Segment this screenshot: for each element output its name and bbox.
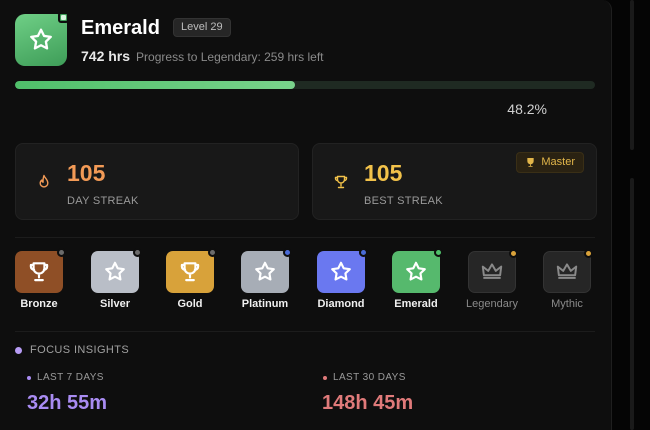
- star-icon: [105, 261, 125, 281]
- last-7-days-label: LAST 7 DAYS: [27, 372, 104, 383]
- level-badge: Level 29: [173, 18, 231, 37]
- tier-badge-bronze: [15, 248, 66, 293]
- last-7-label-text: LAST 7 DAYS: [37, 372, 104, 383]
- tier-badge-silver: [91, 248, 142, 293]
- star-icon: [255, 261, 275, 281]
- scroll-track-upper: [630, 0, 634, 150]
- progress-bar-fill: [15, 81, 295, 89]
- rank-panel: Emerald Level 29 742 hrs Progress to Lege…: [0, 0, 612, 430]
- crown-icon: [481, 263, 503, 279]
- trophy-icon: [180, 262, 200, 282]
- progress-text: Progress to Legendary: 259 hrs left: [136, 50, 324, 64]
- day-streak-value: 105: [67, 160, 106, 186]
- last-30-label-text: LAST 30 DAYS: [333, 372, 406, 383]
- best-streak-card: 105 BEST STREAK Master: [312, 143, 597, 220]
- star-icon: [406, 261, 426, 281]
- last-30-days-label: LAST 30 DAYS: [323, 372, 406, 383]
- tier-name: Silver: [100, 298, 130, 310]
- section-divider: [15, 237, 595, 238]
- last-30-dot: [323, 375, 327, 380]
- hours-summary: 742 hrs Progress to Legendary: 259 hrs le…: [81, 48, 324, 64]
- progress-bar: [15, 81, 595, 89]
- tier-emerald[interactable]: Emerald: [386, 248, 446, 310]
- tier-chip-icon: [133, 248, 142, 257]
- star-icon: [331, 261, 351, 281]
- tier-chip-icon: [584, 249, 593, 258]
- tier-name: Gold: [177, 298, 203, 310]
- tier-chip-icon: [208, 248, 217, 257]
- tier-name: Legendary: [466, 298, 518, 310]
- tier-silver[interactable]: Silver: [85, 248, 145, 310]
- tier-name: Platinum: [241, 298, 289, 310]
- day-streak-card: 105 DAY STREAK: [15, 143, 299, 220]
- tier-name: Emerald: [394, 298, 438, 310]
- flame-icon: [39, 174, 49, 188]
- rank-corner-chip: [58, 12, 69, 23]
- tier-chip-icon: [359, 248, 368, 257]
- tier-chip-icon: [57, 248, 66, 257]
- star-icon: [30, 28, 52, 50]
- trophy-icon: [527, 157, 535, 168]
- tier-bronze[interactable]: Bronze: [9, 248, 69, 310]
- hours-value: 742 hrs: [81, 48, 131, 64]
- tier-diamond[interactable]: Diamond: [311, 248, 371, 310]
- tier-legendary[interactable]: Legendary: [462, 249, 522, 310]
- last-7-dot: [27, 375, 31, 380]
- last-7-days-value: 32h 55m: [27, 392, 108, 414]
- master-badge: Master: [516, 152, 584, 173]
- focus-insights-heading: FOCUS INSIGHTS: [15, 344, 129, 356]
- trophy-icon: [334, 175, 348, 189]
- tier-mythic[interactable]: Mythic: [537, 249, 597, 310]
- tier-gold[interactable]: Gold: [160, 248, 220, 310]
- master-badge-label: Master: [541, 156, 575, 168]
- current-rank-badge: [15, 12, 69, 66]
- tier-chip-icon: [434, 248, 443, 257]
- tier-badge-emerald: [392, 248, 443, 293]
- best-streak-value: 105: [364, 160, 403, 186]
- tier-badge-platinum: [241, 248, 292, 293]
- rank-name: Emerald: [81, 17, 160, 39]
- scroll-track-lower: [630, 178, 634, 430]
- focus-insights-title: FOCUS INSIGHTS: [30, 344, 130, 356]
- section-divider: [15, 331, 595, 332]
- tier-name: Bronze: [20, 298, 58, 310]
- tier-badge-mythic: [543, 249, 593, 293]
- progress-percent: 48.2%: [507, 101, 547, 117]
- crown-icon: [556, 263, 578, 279]
- tier-chip-icon: [283, 248, 292, 257]
- last-30-days-value: 148h 45m: [322, 392, 414, 414]
- tier-name: Mythic: [551, 298, 583, 310]
- tier-name: Diamond: [317, 298, 365, 310]
- trophy-icon: [29, 262, 49, 282]
- tier-badge-gold: [166, 248, 217, 293]
- tier-badge-diamond: [317, 248, 368, 293]
- tier-chip-icon: [509, 249, 518, 258]
- day-streak-label: DAY STREAK: [67, 195, 139, 207]
- tier-badge-legendary: [468, 249, 518, 293]
- insights-dot: [15, 346, 22, 354]
- best-streak-label: BEST STREAK: [364, 195, 443, 207]
- tier-platinum[interactable]: Platinum: [235, 248, 295, 310]
